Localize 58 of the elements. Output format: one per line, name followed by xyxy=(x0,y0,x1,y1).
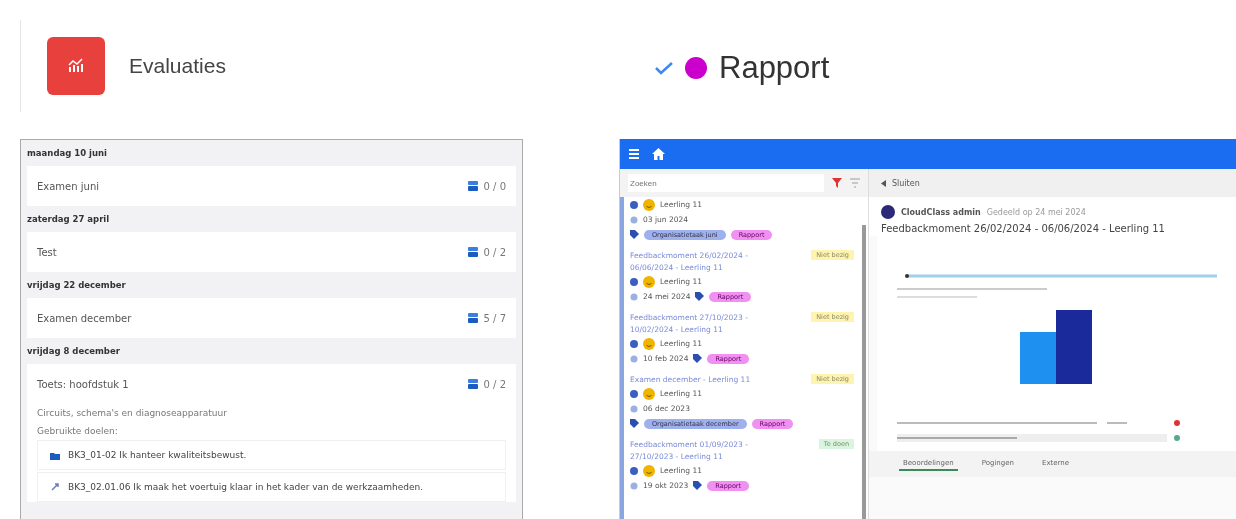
evaluation-title: Toets: hoofdstuk 1 xyxy=(37,378,129,390)
app-title: Evaluaties xyxy=(129,54,226,78)
tag-icon xyxy=(693,354,703,363)
stack-icon xyxy=(467,313,478,323)
smiley-icon xyxy=(643,198,655,211)
tag-icon xyxy=(630,419,639,428)
count-text: 0 / 0 xyxy=(483,180,506,192)
evaluation-card[interactable]: Examen december 5 / 7 xyxy=(27,298,516,338)
folder-icon xyxy=(50,450,60,460)
count-text: 0 / 2 xyxy=(483,378,506,390)
count-text: 0 / 2 xyxy=(483,246,506,258)
tag-icon xyxy=(630,230,639,239)
filter-icon[interactable] xyxy=(832,178,842,188)
person-icon xyxy=(630,339,638,348)
home-icon[interactable] xyxy=(652,148,665,160)
report-title: Rapport xyxy=(719,49,830,86)
count-text: 5 / 7 xyxy=(483,312,506,324)
close-link[interactable]: Sluiten xyxy=(881,178,920,188)
author-name: CloudClass admin xyxy=(901,207,981,217)
back-arrow-icon xyxy=(881,179,886,187)
evaluation-card[interactable]: Toets: hoofdstuk 1 0 / 2 Circuits, schema's en diagnoseapparatuur Gebruikte doelen: BK3_01-02 Ik hanteer kwaliteitsbewust. BK3_02.01.06 Ik maak het voertuig klaar in het kader van de werkzaamheden. xyxy=(27,364,516,502)
evaluation-card[interactable]: Examen juni 0 / 0 xyxy=(27,166,516,206)
date-header: zaterdag 27 april xyxy=(26,213,111,226)
chart-icon[interactable] xyxy=(47,37,105,95)
status-dot-icon xyxy=(1174,435,1180,441)
date-header: vrijdag 8 december xyxy=(26,345,121,358)
evaluation-card[interactable]: Test 0 / 2 xyxy=(27,232,516,272)
smiley-icon xyxy=(643,464,655,477)
evaluation-title: Test xyxy=(37,246,57,258)
person-icon xyxy=(630,277,638,286)
evaluation-description: Circuits, schema's en diagnoseapparatuur xyxy=(37,407,228,420)
goal-text: BK3_01-02 Ik hanteer kwaliteitsbewust. xyxy=(68,450,247,460)
shared-date: Gedeeld op 24 mei 2024 xyxy=(986,207,1086,217)
person-icon xyxy=(630,389,638,398)
scrollbar[interactable] xyxy=(862,225,866,519)
evaluation-title: Examen december xyxy=(37,312,132,324)
evaluation-title: Examen juni xyxy=(37,180,99,192)
report-title: Feedbackmoment 26/02/2024 - 06/06/2024 - Leerling 11 xyxy=(869,221,1236,236)
goals-label: Gebruikte doelen: xyxy=(37,425,119,438)
smiley-icon xyxy=(643,337,655,350)
stack-icon xyxy=(467,379,478,389)
date-header: maandag 10 juni xyxy=(26,147,108,160)
smiley-icon xyxy=(643,275,655,288)
goal-text: BK3_02.01.06 Ik maak het voertuig klaar in het kader van de werkzaamheden. xyxy=(68,482,424,492)
link-icon xyxy=(50,482,60,492)
smiley-icon xyxy=(643,387,655,400)
status-dot-icon xyxy=(1174,420,1180,426)
bar xyxy=(1020,332,1056,384)
avatar xyxy=(881,205,895,219)
tag-icon xyxy=(693,481,703,490)
search-field[interactable]: Zoeken xyxy=(628,174,824,192)
tag-icon xyxy=(695,292,705,301)
date-header: vrijdag 22 december xyxy=(26,279,127,292)
stack-icon xyxy=(467,247,478,257)
menu-icon[interactable] xyxy=(628,148,640,160)
stack-icon xyxy=(467,181,478,191)
person-icon xyxy=(630,466,638,475)
person-icon xyxy=(630,200,638,209)
